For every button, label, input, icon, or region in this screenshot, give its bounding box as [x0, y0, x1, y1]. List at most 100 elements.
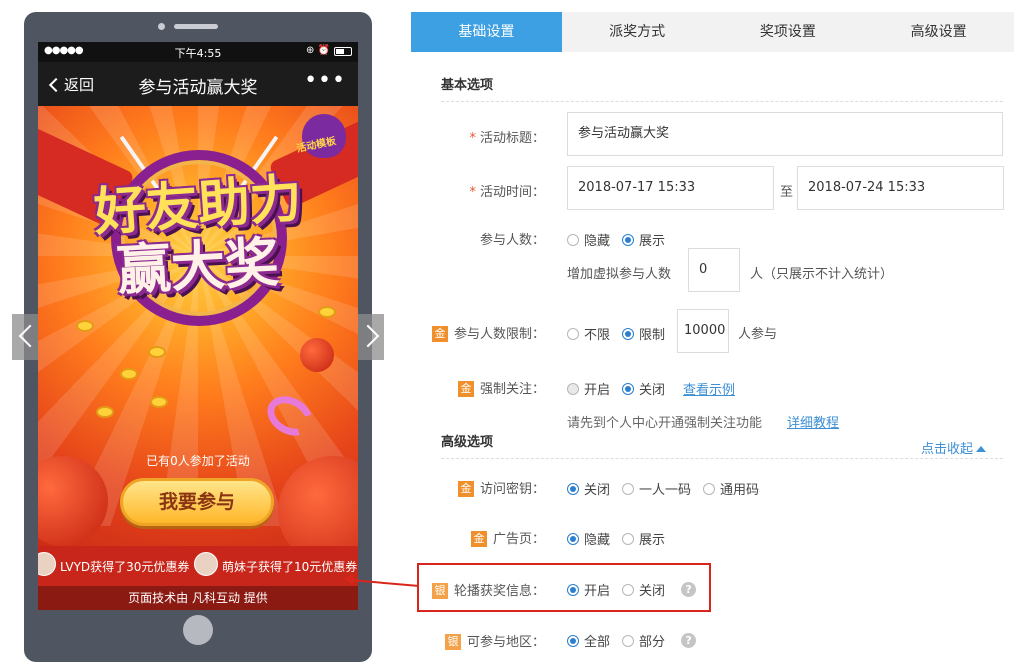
- time-label: * 活动时间：: [413, 181, 545, 200]
- count-option-hide[interactable]: 隐藏: [567, 230, 610, 249]
- tab-basic-settings[interactable]: 基础设置: [411, 12, 562, 52]
- gold-tier-badge: 金: [431, 326, 448, 342]
- home-button: [183, 615, 213, 645]
- count-label: 参与人数：: [479, 233, 545, 248]
- view-example-link[interactable]: 查看示例: [683, 379, 735, 398]
- radio-icon: [622, 634, 635, 647]
- start-time-input[interactable]: 2018-07-17 15:33: [567, 166, 774, 210]
- ad-option-show[interactable]: 展示: [622, 529, 665, 548]
- option-label: 展示: [639, 533, 666, 548]
- more-icon[interactable]: •••: [304, 68, 346, 93]
- radio-icon: [567, 327, 579, 340]
- option-label: 隐藏: [584, 234, 611, 249]
- limit-option-limited[interactable]: 限制: [622, 324, 665, 343]
- ad-page-label-text: 广告页：: [492, 532, 545, 547]
- gold-tier-badge: 金: [457, 381, 474, 397]
- annotation-arrow-head: [343, 573, 354, 585]
- camera-dot: [158, 23, 165, 30]
- phone-frame: ●●●●● 下午4:55 ⊕ ⏰ 返回 参与活动赢大奖 ••• 活动模板 好友助…: [24, 12, 372, 662]
- virtual-count-note: 人（只展示不计入统计）: [750, 267, 894, 282]
- coin-icon: [120, 368, 138, 380]
- to-label: 至: [780, 185, 794, 200]
- radio-icon: [622, 583, 635, 596]
- carousel-item-text: LVYD获得了30元优惠券: [60, 560, 190, 574]
- poster-title: 好友助力 赢大奖: [38, 169, 358, 302]
- end-time-input[interactable]: 2018-07-24 15:33: [797, 166, 1004, 210]
- password-option-universal[interactable]: 通用码: [703, 479, 759, 498]
- ad-option-hide[interactable]: 隐藏: [567, 529, 610, 548]
- coin-icon: [76, 320, 94, 332]
- join-button[interactable]: 我要参与: [120, 478, 274, 526]
- option-label: 展示: [639, 234, 666, 249]
- region-label-text: 可参与地区：: [466, 635, 545, 650]
- decor-ball: [300, 338, 334, 372]
- carousel-option-on[interactable]: 开启: [567, 580, 610, 599]
- preview-next-arrow[interactable]: [358, 314, 384, 360]
- collapse-link-text: 点击收起: [921, 442, 974, 457]
- region-option-all[interactable]: 全部: [567, 631, 610, 650]
- time-label-text: 活动时间：: [479, 185, 545, 200]
- option-label: 全部: [584, 635, 611, 650]
- tutorial-link[interactable]: 详细教程: [787, 412, 839, 431]
- option-label: 关闭: [639, 383, 666, 398]
- follow-radio-group: 开启 关闭: [567, 379, 677, 398]
- radio-icon: [622, 532, 635, 545]
- option-label: 一人一码: [639, 483, 692, 498]
- carousel-item-text: 萌妹子获得了10元优惠券: [222, 560, 358, 574]
- required-star: *: [469, 131, 476, 146]
- radio-checked-icon: [567, 583, 579, 596]
- option-label: 隐藏: [584, 533, 611, 548]
- radio-checked-icon: [622, 233, 635, 246]
- nav-bar: 返回 参与活动赢大奖 •••: [38, 62, 358, 106]
- status-bar: ●●●●● 下午4:55 ⊕ ⏰: [38, 42, 358, 62]
- option-label: 关闭: [584, 483, 611, 498]
- title-label-text: 活动标题：: [479, 131, 545, 146]
- collapse-link[interactable]: 点击收起: [921, 438, 987, 457]
- option-label: 开启: [584, 383, 611, 398]
- follow-option-off[interactable]: 关闭: [622, 379, 665, 398]
- password-radio-group: 关闭 一人一码 通用码: [567, 479, 771, 498]
- follow-hint: 请先到个人中心开通强制关注功能: [567, 416, 763, 431]
- tab-prize-settings[interactable]: 奖项设置: [713, 12, 864, 52]
- virtual-count-input[interactable]: 0: [688, 248, 740, 292]
- option-label: 关闭: [639, 584, 666, 599]
- ad-page-label: 金广告页：: [413, 528, 545, 547]
- status-icons: ⊕ ⏰: [305, 45, 330, 56]
- coin-icon: [96, 406, 114, 418]
- battery-icon: [334, 47, 352, 56]
- limit-count-input[interactable]: 10000: [677, 309, 729, 353]
- region-radio-group: 全部 部分 ?: [567, 631, 697, 650]
- count-option-show[interactable]: 展示: [622, 230, 665, 249]
- coin-icon: [318, 306, 336, 318]
- carousel-item: LVYD获得了30元优惠券: [38, 552, 190, 576]
- follow-label: 金强制关注：: [413, 378, 545, 397]
- gold-tier-badge: 金: [470, 531, 487, 547]
- region-option-partial[interactable]: 部分: [622, 631, 665, 650]
- advanced-section-title: 高级选项: [441, 435, 494, 450]
- carousel-option-off[interactable]: 关闭: [622, 580, 665, 599]
- tab-prize-delivery[interactable]: 派奖方式: [562, 12, 713, 52]
- radio-checked-icon: [567, 482, 579, 495]
- help-icon[interactable]: ?: [681, 633, 697, 648]
- phone-screen: ●●●●● 下午4:55 ⊕ ⏰ 返回 参与活动赢大奖 ••• 活动模板 好友助…: [38, 42, 358, 610]
- coin-icon: [150, 396, 168, 408]
- limit-option-unlimited[interactable]: 不限: [567, 324, 610, 343]
- title-label: * 活动标题：: [413, 127, 545, 146]
- preview-prev-arrow[interactable]: [12, 314, 38, 360]
- caret-up-icon: [976, 446, 987, 452]
- password-label: 金访问密钥：: [413, 478, 545, 497]
- password-option-per-user[interactable]: 一人一码: [622, 479, 691, 498]
- radio-icon: [703, 482, 716, 495]
- limit-label-text: 参与人数限制：: [453, 327, 545, 342]
- title-input[interactable]: 参与活动赢大奖: [567, 112, 1003, 156]
- option-label: 限制: [639, 328, 666, 343]
- speaker-bar: [174, 24, 218, 29]
- ad-radio-group: 隐藏 展示: [567, 529, 677, 548]
- virtual-count-label: 增加虚拟参与人数: [567, 267, 672, 282]
- follow-option-on[interactable]: 开启: [567, 379, 610, 398]
- option-label: 部分: [639, 635, 666, 650]
- help-icon[interactable]: ?: [681, 582, 697, 597]
- password-option-off[interactable]: 关闭: [567, 479, 610, 498]
- limit-unit: 人参与: [738, 327, 778, 342]
- tab-advanced-settings[interactable]: 高级设置: [863, 12, 1014, 52]
